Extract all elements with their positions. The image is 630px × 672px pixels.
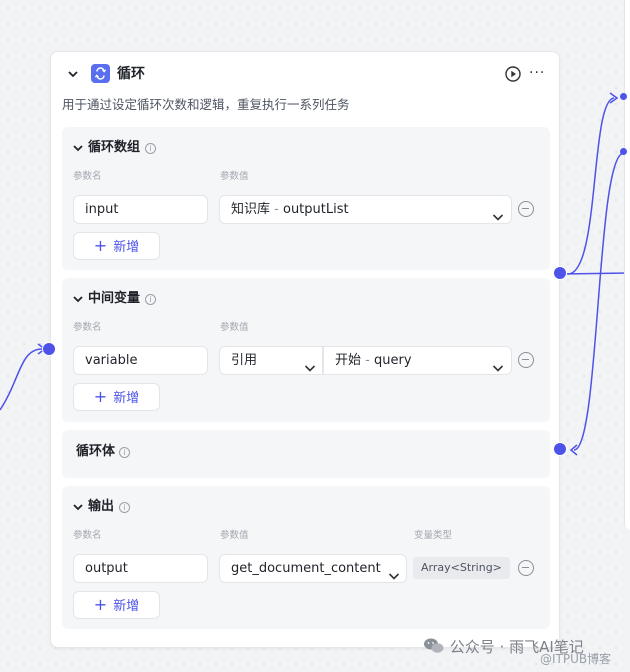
minus-circle-icon[interactable] — [518, 560, 534, 576]
param-name-label: 参数名 — [73, 322, 102, 333]
loop-array-section: 循环数组 i 参数名 参数值 input 知识库 - outputList + 新… — [62, 127, 550, 270]
next-node-port-2[interactable] — [620, 148, 627, 155]
param-name-value: variable — [85, 353, 138, 368]
add-output-button[interactable]: + 新增 — [73, 591, 160, 619]
chevron-down-icon — [492, 205, 504, 221]
value-mode: 引用 — [231, 353, 258, 368]
node-description: 用于通过设定循环次数和逻辑，重复执行一系列任务 — [62, 97, 350, 112]
var-type-label: 变量类型 — [414, 530, 453, 541]
value-source: 开始 — [335, 353, 362, 368]
section-title: 输出 — [88, 499, 115, 514]
param-name-value: input — [85, 202, 119, 217]
value-field: query — [373, 353, 412, 368]
minus-circle-icon[interactable] — [518, 352, 534, 368]
loop-body-section: 循环体 i — [62, 430, 550, 478]
chevron-down-icon — [492, 356, 504, 372]
value-mode-select[interactable]: 引用 — [219, 346, 323, 375]
next-node-port-1[interactable] — [620, 93, 627, 100]
loop-node[interactable]: 循环 ··· 用于通过设定循环次数和逻辑，重复执行一系列任务 循环数组 i 参数… — [50, 51, 560, 648]
watermark-sub: @ITPUB博客 — [540, 652, 612, 666]
plus-icon: + — [93, 236, 108, 255]
add-loop-array-button[interactable]: + 新增 — [73, 232, 160, 260]
loop-body-port[interactable] — [553, 442, 567, 456]
loop-icon — [91, 64, 110, 83]
param-value-label: 参数值 — [220, 171, 249, 182]
value-field: get_document_content — [231, 561, 381, 576]
param-value-select[interactable]: get_document_content — [219, 554, 407, 583]
param-name-input[interactable]: variable — [73, 346, 208, 375]
param-name-input[interactable]: output — [73, 554, 208, 583]
section-title: 中间变量 — [88, 291, 141, 306]
value-field: outputList — [282, 202, 349, 217]
value-separator: - — [270, 202, 283, 217]
param-name-label: 参数名 — [73, 530, 102, 541]
next-node-panel — [624, 0, 630, 530]
output-section: 输出 i 参数名 参数值 变量类型 output get_document_co… — [62, 486, 550, 629]
section-title: 循环体 — [76, 444, 116, 459]
param-value-select[interactable]: 开始 - query — [323, 346, 512, 375]
param-name-label: 参数名 — [73, 171, 102, 182]
info-icon[interactable]: i — [145, 143, 156, 154]
value-source: 知识库 — [231, 202, 271, 217]
minus-circle-icon[interactable] — [518, 201, 534, 217]
add-label: 新增 — [113, 391, 140, 406]
param-value-select[interactable]: 知识库 - outputList — [219, 195, 512, 224]
info-icon[interactable]: i — [119, 447, 130, 458]
info-icon[interactable]: i — [119, 502, 130, 513]
add-label: 新增 — [113, 599, 140, 614]
plus-icon: + — [93, 595, 108, 614]
add-intermediate-var-button[interactable]: + 新增 — [73, 383, 160, 411]
intermediate-vars-section: 中间变量 i 参数名 参数值 variable 引用 开始 - query + 新… — [62, 278, 550, 422]
wechat-icon — [423, 637, 445, 659]
node-title: 循环 — [117, 66, 145, 82]
run-icon[interactable] — [504, 65, 522, 83]
output-port[interactable] — [553, 266, 567, 280]
plus-icon: + — [93, 387, 108, 406]
section-title: 循环数组 — [88, 140, 141, 155]
input-port[interactable] — [42, 342, 56, 356]
chevron-down-icon — [304, 356, 316, 372]
value-separator: - — [361, 353, 374, 368]
chevron-down-icon[interactable] — [67, 68, 79, 80]
more-icon[interactable]: ··· — [529, 64, 549, 82]
param-value-label: 参数值 — [220, 322, 249, 333]
param-value-label: 参数值 — [220, 530, 249, 541]
param-name-value: output — [85, 561, 128, 576]
chevron-down-icon — [388, 564, 400, 580]
param-name-input[interactable]: input — [73, 195, 208, 224]
var-type-badge: Array<String> — [413, 557, 510, 579]
chevron-down-icon[interactable] — [72, 293, 84, 305]
add-label: 新增 — [113, 240, 140, 255]
chevron-down-icon[interactable] — [72, 142, 84, 154]
info-icon[interactable]: i — [145, 294, 156, 305]
node-header: 循环 ··· — [51, 52, 559, 96]
chevron-down-icon[interactable] — [72, 501, 84, 513]
